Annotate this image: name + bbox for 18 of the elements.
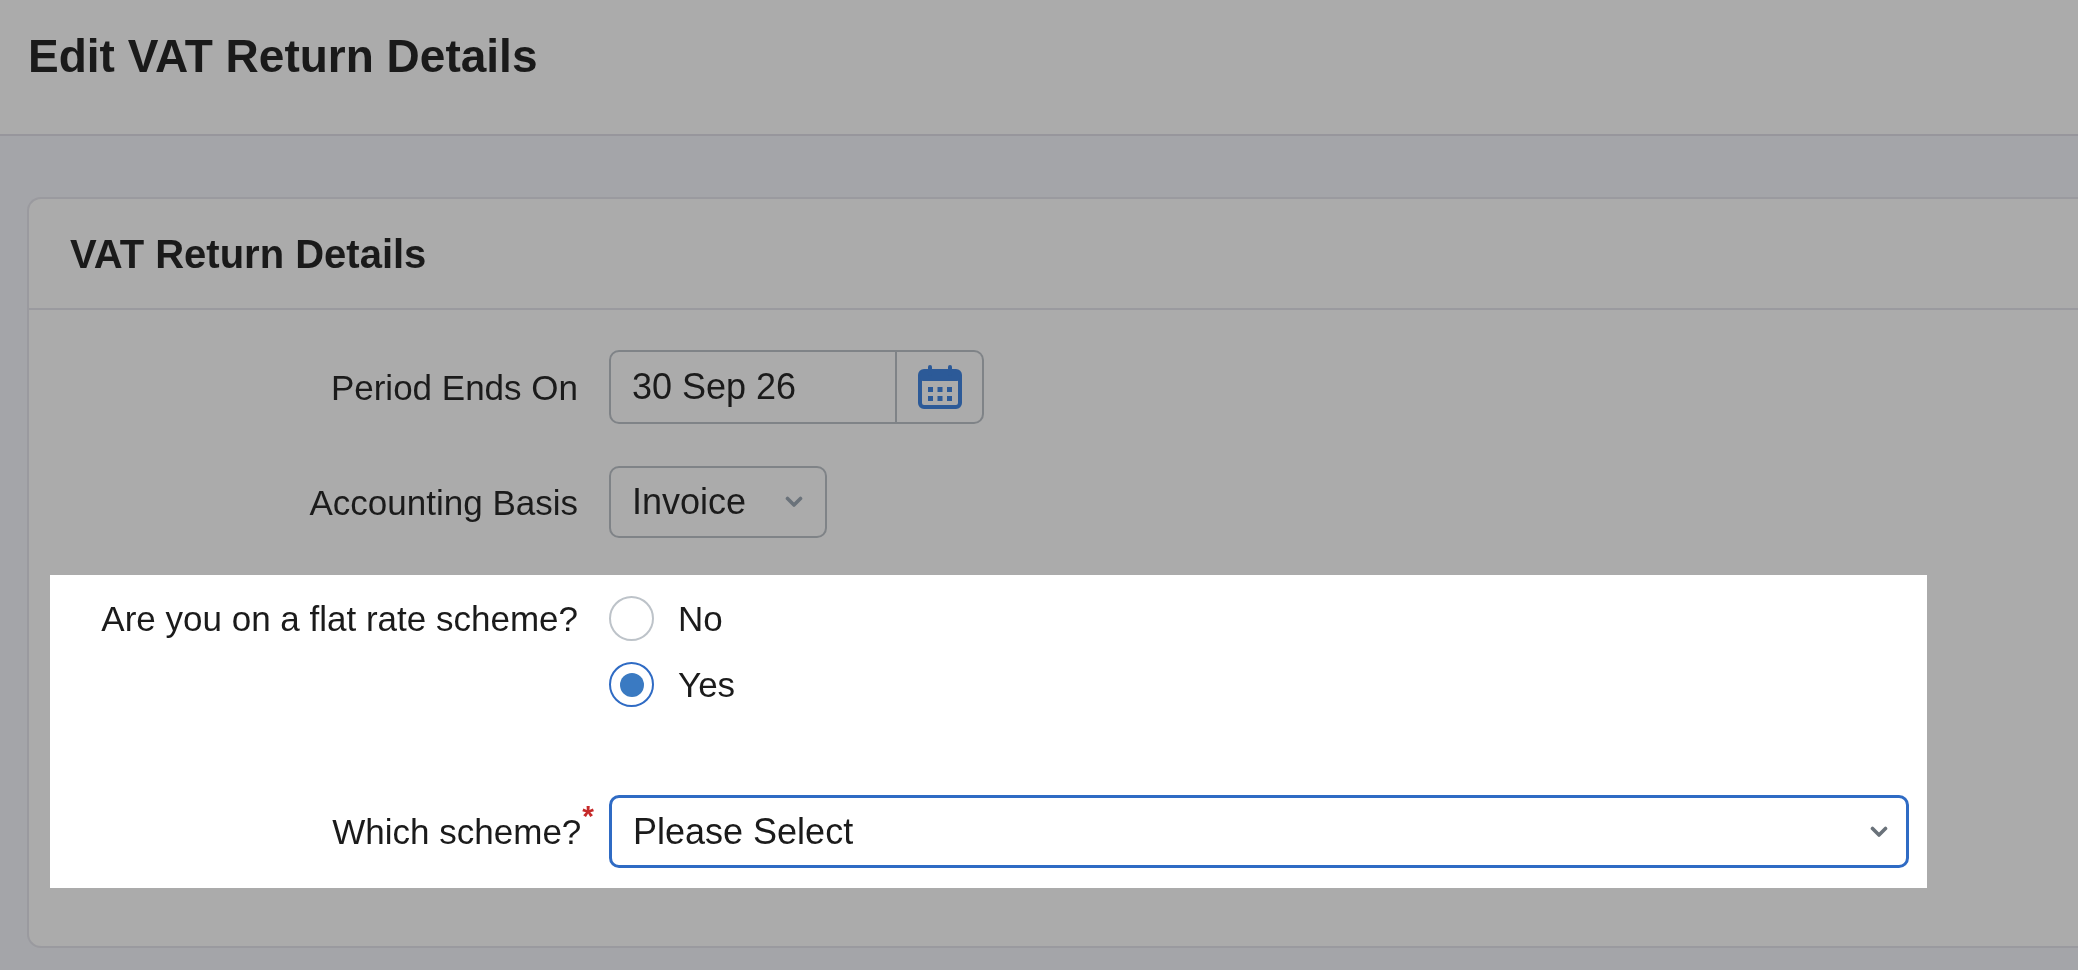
date-input[interactable]: 30 Sep 26 — [609, 350, 897, 424]
chevron-down-icon — [1870, 825, 1888, 838]
select-field[interactable]: Invoice — [609, 466, 827, 538]
page-title: Edit VAT Return Details — [28, 29, 538, 84]
select-field[interactable]: Please Select — [609, 795, 1909, 868]
radio-label[interactable]: No — [678, 596, 723, 641]
field-label: Are you on a flat rate scheme? — [101, 598, 578, 640]
field-label: Which scheme? — [332, 811, 582, 853]
chevron-down-icon — [785, 496, 803, 508]
radio-button[interactable] — [609, 596, 654, 641]
required-asterisk: * — [582, 801, 594, 831]
field-label: Period Ends On — [330, 366, 578, 409]
card-title: VAT Return Details — [70, 231, 427, 278]
radio-button[interactable] — [609, 662, 654, 707]
field-label: Accounting Basis — [309, 481, 578, 524]
radio-label[interactable]: Yes — [678, 662, 736, 707]
calendar-button[interactable] — [897, 350, 984, 424]
calendar-icon — [917, 365, 962, 409]
